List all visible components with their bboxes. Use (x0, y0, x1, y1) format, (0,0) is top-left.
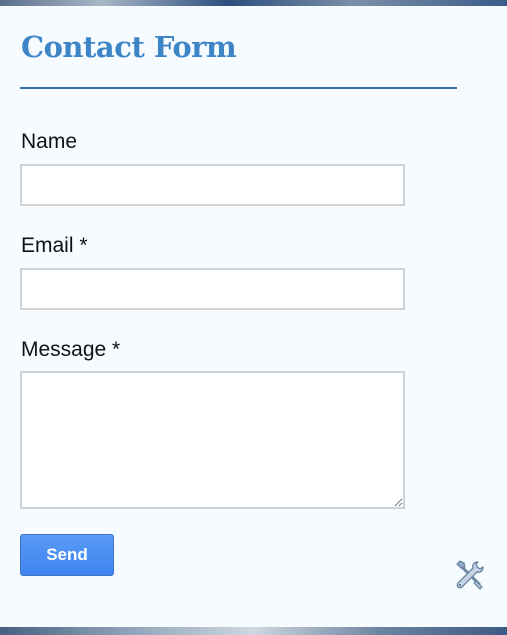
send-button[interactable]: Send (20, 534, 114, 576)
name-label: Name (21, 130, 78, 153)
title-divider (20, 87, 457, 89)
form-title: Contact Form (21, 30, 237, 64)
window-bottom-edge (0, 627, 507, 635)
message-label: Message * (21, 338, 121, 361)
wrench-screwdriver-icon[interactable] (452, 558, 486, 592)
message-textarea[interactable] (20, 371, 405, 509)
name-input[interactable] (20, 164, 405, 206)
email-label: Email * (21, 234, 88, 257)
email-input[interactable] (20, 268, 405, 310)
contact-form-widget: Contact Form Name Email * Message * Send (0, 6, 507, 627)
